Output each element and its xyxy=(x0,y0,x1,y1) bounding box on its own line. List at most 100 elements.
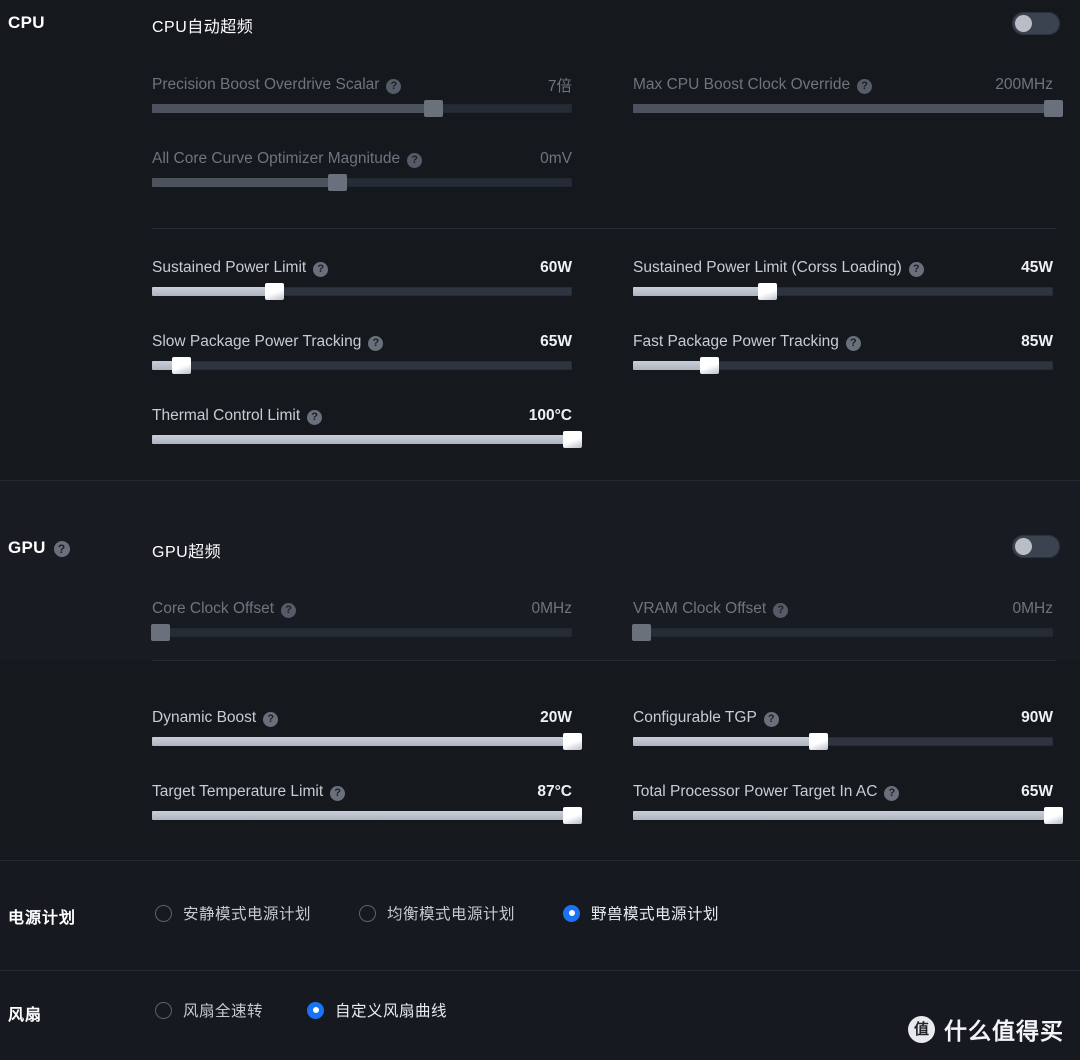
radio-label: 自定义风扇曲线 xyxy=(335,1003,448,1020)
help-icon[interactable]: ? xyxy=(763,711,779,727)
radio-dot xyxy=(155,904,172,922)
help-icon[interactable]: ? xyxy=(845,335,861,351)
fan-top-divider xyxy=(0,970,1080,971)
gpu-overclock-toggle[interactable] xyxy=(1012,535,1060,558)
radio-fan-full-speed[interactable]: 风扇全速转 xyxy=(155,999,263,1021)
slider-fill xyxy=(152,737,572,746)
gpu-section-title: GPU ? xyxy=(8,538,70,558)
slider-track[interactable] xyxy=(633,807,1063,824)
slider-track[interactable] xyxy=(152,174,572,191)
slider-track[interactable] xyxy=(152,807,582,824)
gpu-top-divider xyxy=(0,480,1080,481)
slider-label: Total Processor Power Target In AC ? xyxy=(633,783,900,801)
radio-dot xyxy=(359,904,377,922)
slider-track[interactable] xyxy=(152,100,572,117)
slider-track[interactable] xyxy=(152,431,582,448)
slider-track[interactable] xyxy=(633,100,1063,117)
slider-target-temperature-limit[interactable]: Target Temperature Limit ? 87°C xyxy=(152,782,582,824)
help-icon[interactable]: ? xyxy=(884,785,900,801)
slider-label: VRAM Clock Offset ? xyxy=(633,600,789,618)
overclock-settings-page: CPU CPU自动超频 Precision Boost Overdrive Sc… xyxy=(0,0,1080,1060)
radio-label: 野兽模式电源计划 xyxy=(591,906,720,923)
help-icon[interactable]: ? xyxy=(330,785,346,801)
slider-thumb[interactable] xyxy=(699,357,719,374)
radio-fan-custom-curve[interactable]: 自定义风扇曲线 xyxy=(307,999,447,1021)
slider-thumb[interactable] xyxy=(563,431,582,448)
slider-precision-boost-overdrive-scalar[interactable]: Precision Boost Overdrive Scalar ? 7倍 xyxy=(152,75,572,117)
slider-fill xyxy=(152,104,434,113)
slider-thumb[interactable] xyxy=(1044,100,1063,117)
radio-dot xyxy=(155,1001,172,1019)
help-icon[interactable]: ? xyxy=(857,78,873,94)
help-icon[interactable]: ? xyxy=(263,711,279,727)
slider-value: 200MHz xyxy=(995,76,1053,93)
power-plan-top-divider xyxy=(0,860,1080,861)
watermark: 值 什么值得买 xyxy=(908,1012,1064,1046)
gpu-overclock-group-title: GPU超频 xyxy=(152,544,222,561)
slider-max-cpu-boost-clock-override[interactable]: Max CPU Boost Clock Override ? 200MHz xyxy=(633,75,1063,117)
gpu-overclock-toggle-knob xyxy=(1015,538,1032,555)
slider-thumb[interactable] xyxy=(424,100,444,117)
slider-track[interactable] xyxy=(633,283,1053,300)
slider-track[interactable] xyxy=(633,733,1053,750)
help-icon[interactable]: ? xyxy=(908,261,924,277)
slider-thumb[interactable] xyxy=(172,357,192,374)
slider-value: 0mV xyxy=(540,150,572,167)
help-icon[interactable]: ? xyxy=(313,261,329,277)
slider-thermal-control-limit[interactable]: Thermal Control Limit ? 100°C xyxy=(152,406,582,448)
gpu-section-label: GPU xyxy=(8,538,46,557)
cpu-section-label: CPU xyxy=(8,13,45,32)
radio-power-plan-quiet[interactable]: 安静模式电源计划 xyxy=(155,902,311,924)
slider-track[interactable] xyxy=(152,733,582,750)
slider-value: 87°C xyxy=(537,783,572,800)
slider-thumb[interactable] xyxy=(1044,807,1063,824)
radio-power-plan-beast[interactable]: 野兽模式电源计划 xyxy=(563,902,719,924)
watermark-text: 什么值得买 xyxy=(944,1018,1064,1044)
help-icon[interactable]: ? xyxy=(386,78,402,94)
slider-configurable-tgp[interactable]: Configurable TGP ? 90W xyxy=(633,708,1053,750)
slider-label: Slow Package Power Tracking ? xyxy=(152,333,384,351)
slider-track[interactable] xyxy=(152,357,572,374)
slider-thumb[interactable] xyxy=(632,624,652,641)
slider-fast-package-power-tracking[interactable]: Fast Package Power Tracking ? 85W xyxy=(633,332,1053,374)
slider-fill xyxy=(633,737,818,746)
slider-label: All Core Curve Optimizer Magnitude ? xyxy=(152,150,423,168)
slider-label: Target Temperature Limit ? xyxy=(152,783,346,801)
slider-thumb[interactable] xyxy=(563,807,582,824)
slider-all-core-curve-optimizer-magnitude[interactable]: All Core Curve Optimizer Magnitude ? 0mV xyxy=(152,149,572,191)
slider-thumb[interactable] xyxy=(151,624,171,641)
help-icon[interactable]: ? xyxy=(773,602,789,618)
help-icon[interactable]: ? xyxy=(307,409,323,425)
help-icon[interactable]: ? xyxy=(368,335,384,351)
help-icon[interactable]: ? xyxy=(407,152,423,168)
slider-value: 20W xyxy=(540,709,572,726)
slider-dynamic-boost[interactable]: Dynamic Boost ? 20W xyxy=(152,708,582,750)
slider-thumb[interactable] xyxy=(563,733,582,750)
slider-total-processor-power-target-in-ac[interactable]: Total Processor Power Target In AC ? 65W xyxy=(633,782,1063,824)
slider-track[interactable] xyxy=(632,624,1053,641)
power-plan-radio-group: 安静模式电源计划 均衡模式电源计划 野兽模式电源计划 xyxy=(155,902,719,924)
slider-vram-clock-offset[interactable]: VRAM Clock Offset ? 0MHz xyxy=(632,599,1053,641)
slider-track[interactable] xyxy=(633,357,1053,374)
gpu-help-icon[interactable]: ? xyxy=(53,541,70,557)
slider-value: 0MHz xyxy=(531,600,572,617)
slider-thumb[interactable] xyxy=(808,733,828,750)
slider-track[interactable] xyxy=(151,624,572,641)
slider-sustained-power-limit[interactable]: Sustained Power Limit ? 60W xyxy=(152,258,572,300)
slider-thumb[interactable] xyxy=(327,174,347,191)
power-plan-section: 电源计划 安静模式电源计划 均衡模式电源计划 野兽模式电源计划 xyxy=(0,860,1080,970)
cpu-overclock-toggle[interactable] xyxy=(1012,12,1060,35)
slider-fill xyxy=(633,811,1053,820)
slider-sustained-power-limit-cross-loading[interactable]: Sustained Power Limit (Corss Loading) ? … xyxy=(633,258,1053,300)
fan-radio-group: 风扇全速转 自定义风扇曲线 xyxy=(155,999,447,1021)
slider-label: Sustained Power Limit (Corss Loading) ? xyxy=(633,259,924,277)
slider-track[interactable] xyxy=(152,283,572,300)
slider-thumb[interactable] xyxy=(758,283,778,300)
radio-power-plan-balanced[interactable]: 均衡模式电源计划 xyxy=(359,902,515,924)
help-icon[interactable]: ? xyxy=(281,602,297,618)
watermark-logo-icon: 值 xyxy=(908,1015,935,1043)
slider-label: Thermal Control Limit ? xyxy=(152,407,323,425)
slider-core-clock-offset[interactable]: Core Clock Offset ? 0MHz xyxy=(151,599,572,641)
slider-thumb[interactable] xyxy=(264,283,284,300)
slider-slow-package-power-tracking[interactable]: Slow Package Power Tracking ? 65W xyxy=(152,332,572,374)
